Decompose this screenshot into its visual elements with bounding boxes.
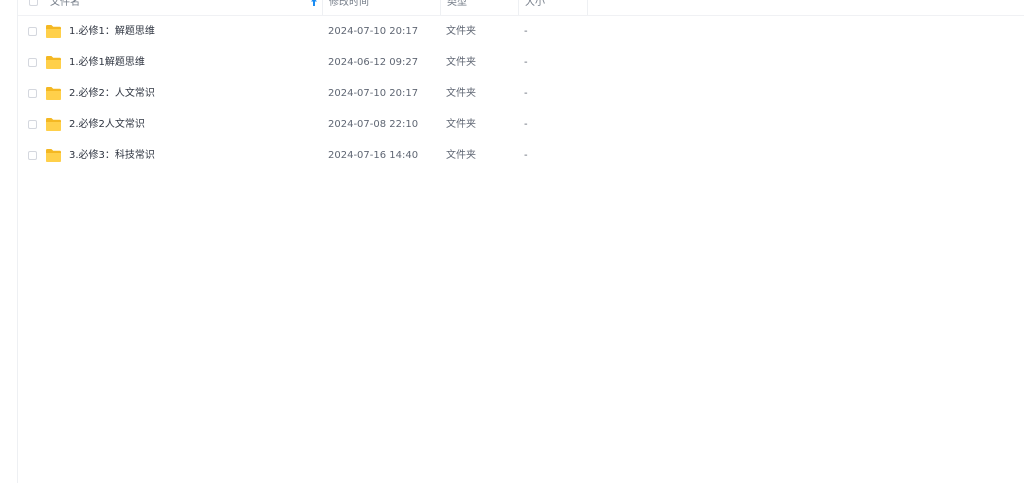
column-header-type[interactable]: 类型 <box>440 0 518 15</box>
file-name[interactable]: 1.必修1解题思维 <box>69 57 145 69</box>
file-modified-time: 2024-07-10 20:17 <box>328 88 419 99</box>
file-modified-time: 2024-07-16 14:40 <box>328 150 419 161</box>
folder-icon <box>46 87 61 100</box>
file-name[interactable]: 1.必修1：解题思维 <box>69 26 155 38</box>
file-size: - <box>524 88 528 99</box>
file-type: 文件夹 <box>446 57 476 68</box>
file-type: 文件夹 <box>446 26 476 37</box>
file-size: - <box>524 26 528 37</box>
file-type: 文件夹 <box>446 119 476 130</box>
column-header-modified-label: 修改时间 <box>329 0 369 8</box>
file-modified-time: 2024-07-10 20:17 <box>328 26 419 37</box>
table-row[interactable]: 2.必修2：人文常识 2024-07-10 20:17 文件夹 - <box>18 78 1024 109</box>
file-name[interactable]: 3.必修3：科技常识 <box>69 150 155 162</box>
table-row[interactable]: 1.必修1解题思维 2024-06-12 09:27 文件夹 - <box>18 47 1024 78</box>
table-row[interactable]: 2.必修2人文常识 2024-07-08 22:10 文件夹 - <box>18 109 1024 140</box>
row-checkbox[interactable] <box>28 120 37 129</box>
file-size: - <box>524 57 528 68</box>
file-name[interactable]: 2.必修2人文常识 <box>69 119 145 131</box>
folder-icon <box>46 149 61 162</box>
file-type: 文件夹 <box>446 150 476 161</box>
left-rail <box>0 0 18 483</box>
column-header-name[interactable]: 文件名 <box>18 0 322 15</box>
file-modified-time: 2024-06-12 09:27 <box>328 57 419 68</box>
arrow-up-icon[interactable] <box>310 0 318 7</box>
row-checkbox[interactable] <box>28 89 37 98</box>
file-name[interactable]: 2.必修2：人文常识 <box>69 88 155 100</box>
table-row[interactable]: 3.必修3：科技常识 2024-07-16 14:40 文件夹 - <box>18 140 1024 171</box>
row-checkbox[interactable] <box>28 58 37 67</box>
column-header-type-label: 类型 <box>447 0 467 8</box>
file-list-panel: 文件名 修改时间 类型 大小 1.必修1：解题思维 2024-07-10 20:… <box>18 0 1024 483</box>
file-list-header: 文件名 修改时间 类型 大小 <box>18 0 1024 16</box>
file-size: - <box>524 150 528 161</box>
row-checkbox[interactable] <box>28 151 37 160</box>
file-modified-time: 2024-07-08 22:10 <box>328 119 419 130</box>
file-browser-page: 文件名 修改时间 类型 大小 1.必修1：解题思维 2024-07-10 20:… <box>0 0 1024 483</box>
column-header-size-label: 大小 <box>525 0 545 8</box>
column-header-modified[interactable]: 修改时间 <box>322 0 440 15</box>
folder-icon <box>46 56 61 69</box>
row-checkbox[interactable] <box>28 27 37 36</box>
column-header-size[interactable]: 大小 <box>518 0 588 15</box>
table-row[interactable]: 1.必修1：解题思维 2024-07-10 20:17 文件夹 - <box>18 16 1024 47</box>
file-type: 文件夹 <box>446 88 476 99</box>
folder-icon <box>46 25 61 38</box>
file-size: - <box>524 119 528 130</box>
column-header-name-label: 文件名 <box>50 0 80 8</box>
folder-icon <box>46 118 61 131</box>
select-all-checkbox[interactable] <box>29 0 38 6</box>
